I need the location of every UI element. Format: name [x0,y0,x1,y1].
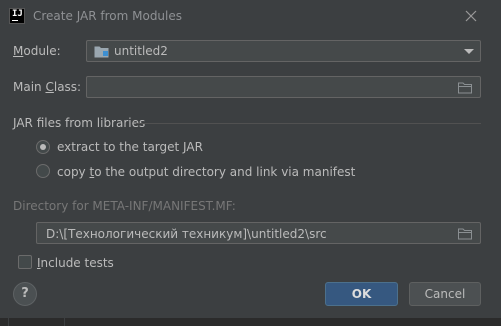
manifest-dir-label: Directory for META-INF/MANIFEST.MF: [13,199,236,213]
strip-divider [8,318,9,326]
include-tests-checkbox[interactable] [18,255,32,269]
main-class-label-prefix: Main [13,80,46,94]
ok-button[interactable]: OK [325,282,398,306]
app-icon-text: IJ [12,9,23,19]
extract-radio-label[interactable]: extract to the target JAR [57,140,203,154]
copy-radio-label[interactable]: copy to the output directory and link vi… [57,165,355,179]
chevron-down-icon [464,49,474,54]
strip-divider [64,318,65,326]
section-separator [136,123,481,124]
main-class-label: Main Class: [13,80,81,94]
main-class-label-mnemonic: C [45,80,54,94]
title-bar: IJ Create JAR from Modules [0,0,501,32]
manifest-dir-field[interactable]: D:\[Технологический техникум]\untitled2\… [36,222,481,244]
include-tests-label[interactable]: Include tests [37,256,114,270]
window-title: Create JAR from Modules [33,9,183,23]
module-label-rest: odule: [23,44,61,58]
app-icon-underline [12,20,18,21]
copy-label-rest: o the output directory and link via mani… [94,165,356,179]
module-label: Module: [13,44,61,58]
folder-browse-icon[interactable] [458,82,473,97]
folder-icon [94,45,109,61]
help-button[interactable]: ? [13,282,37,306]
extract-radio[interactable] [36,140,50,154]
include-tests-label-rest: nclude tests [40,256,114,270]
background-window-strip [0,318,501,326]
module-value: untitled2 [114,44,168,58]
module-dropdown[interactable]: untitled2 [86,40,481,62]
intellij-idea-icon: IJ [9,8,25,24]
cancel-button[interactable]: Cancel [409,282,481,306]
create-jar-dialog: IJ Create JAR from Modules Module: untit… [0,0,501,326]
main-class-label-rest: lass: [53,80,82,94]
close-icon[interactable] [462,7,480,25]
copy-label-prefix: copy [57,165,90,179]
copy-radio[interactable] [36,164,50,178]
folder-browse-icon[interactable] [458,228,473,243]
libraries-section-title: JAR files from libraries [13,116,146,130]
module-label-mnemonic: M [13,44,24,58]
main-class-field[interactable] [86,76,481,98]
manifest-dir-value: D:\[Технологический техникум]\untitled2\… [46,227,327,241]
